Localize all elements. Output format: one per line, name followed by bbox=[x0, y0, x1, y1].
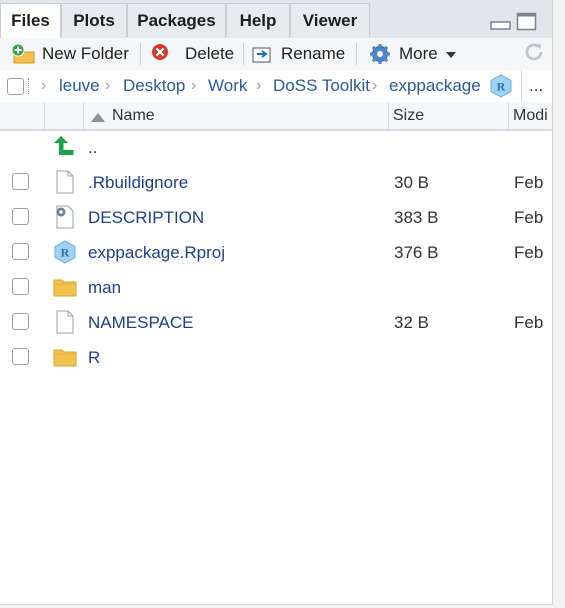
toolbar-divider bbox=[243, 43, 244, 65]
file-modified: Feb bbox=[514, 243, 544, 262]
chevron-right-icon: › bbox=[41, 77, 47, 94]
description-file-icon bbox=[53, 205, 77, 229]
up-arrow-icon bbox=[53, 134, 77, 158]
tab-files[interactable]: Files bbox=[0, 3, 61, 39]
breadcrumb-overflow-button[interactable]: ... bbox=[529, 70, 543, 102]
chevron-right-icon: › bbox=[372, 77, 378, 94]
svg-text:R: R bbox=[61, 246, 70, 260]
column-divider bbox=[44, 102, 45, 129]
chevron-right-icon: › bbox=[256, 77, 262, 94]
toolbar-divider bbox=[140, 43, 141, 65]
file-row[interactable]: R bbox=[0, 340, 552, 375]
column-divider bbox=[508, 102, 509, 129]
breadcrumb-divider bbox=[521, 70, 522, 102]
svg-text:R: R bbox=[497, 80, 506, 94]
file-name-link[interactable]: man bbox=[88, 270, 121, 305]
file-icon bbox=[53, 310, 77, 334]
row-checkbox[interactable] bbox=[12, 348, 29, 365]
refresh-button[interactable] bbox=[522, 38, 546, 70]
rproj-icon: R bbox=[53, 240, 77, 264]
new-folder-button[interactable]: New Folder bbox=[10, 38, 129, 70]
file-size: 376 B bbox=[394, 243, 439, 262]
row-checkbox[interactable] bbox=[12, 173, 29, 190]
new-folder-label: New Folder bbox=[42, 44, 129, 63]
delete-icon bbox=[151, 43, 173, 65]
breadcrumb-item[interactable]: DoSS Toolkit bbox=[273, 70, 370, 102]
folder-icon bbox=[53, 275, 77, 299]
toolbar-divider bbox=[356, 43, 357, 65]
file-row[interactable]: R exppackage.Rproj 376 B Feb bbox=[0, 235, 552, 270]
breadcrumb-item[interactable]: leuve bbox=[59, 70, 100, 102]
chevron-right-icon: › bbox=[105, 77, 111, 94]
file-list-header: Name Size Modi bbox=[0, 102, 552, 131]
new-folder-icon bbox=[10, 43, 35, 65]
home-icon[interactable] bbox=[28, 78, 35, 94]
rproj-icon[interactable]: R bbox=[489, 74, 513, 103]
column-header-name[interactable]: Name bbox=[112, 102, 155, 129]
file-row[interactable]: DESCRIPTION 383 B Feb bbox=[0, 200, 552, 235]
delete-label: Delete bbox=[185, 44, 235, 63]
sort-ascending-icon bbox=[91, 110, 105, 128]
row-checkbox[interactable] bbox=[12, 208, 29, 225]
row-checkbox[interactable] bbox=[12, 313, 29, 330]
file-name-link[interactable]: .Rbuildignore bbox=[88, 165, 188, 200]
rename-label: Rename bbox=[281, 44, 346, 63]
file-modified: Feb bbox=[514, 313, 544, 332]
folder-icon bbox=[53, 345, 77, 369]
refresh-icon bbox=[522, 40, 546, 69]
maximize-icon[interactable] bbox=[516, 12, 538, 37]
breadcrumb: › leuve › Desktop › Work › DoSS Toolkit … bbox=[0, 70, 552, 103]
row-checkbox[interactable] bbox=[12, 278, 29, 295]
file-size: 32 B bbox=[394, 313, 429, 332]
tab-packages[interactable]: Packages bbox=[127, 3, 226, 37]
breadcrumb-item[interactable]: exppackage bbox=[389, 70, 481, 102]
file-modified: Feb bbox=[514, 208, 544, 227]
file-row[interactable]: man bbox=[0, 270, 552, 305]
file-name-link[interactable]: R bbox=[88, 340, 100, 375]
column-divider bbox=[388, 102, 389, 129]
file-row[interactable]: NAMESPACE 32 B Feb bbox=[0, 305, 552, 340]
file-name-link[interactable]: NAMESPACE bbox=[88, 305, 194, 340]
minimize-icon[interactable] bbox=[490, 14, 512, 37]
more-label: More bbox=[399, 44, 438, 63]
files-pane: Files Plots Packages Help Viewer New Fol… bbox=[0, 0, 553, 605]
rename-icon bbox=[251, 43, 273, 65]
breadcrumb-item[interactable]: Desktop bbox=[123, 70, 185, 102]
file-modified: Feb bbox=[514, 173, 544, 192]
select-all-checkbox[interactable] bbox=[7, 78, 24, 95]
tab-strip: Files Plots Packages Help Viewer bbox=[0, 0, 552, 39]
rename-button[interactable]: Rename bbox=[251, 38, 345, 70]
more-button[interactable]: More bbox=[369, 38, 456, 70]
file-size: 30 B bbox=[394, 173, 429, 192]
tab-plots[interactable]: Plots bbox=[61, 3, 127, 37]
files-toolbar: New Folder Delete Rename More bbox=[0, 38, 552, 71]
file-size: 383 B bbox=[394, 208, 439, 227]
file-row[interactable]: .Rbuildignore 30 B Feb bbox=[0, 165, 552, 200]
tab-help[interactable]: Help bbox=[226, 3, 290, 37]
parent-directory-row[interactable]: .. bbox=[0, 130, 552, 165]
delete-button[interactable]: Delete bbox=[151, 38, 234, 70]
gear-icon bbox=[369, 43, 391, 65]
chevron-right-icon: › bbox=[191, 77, 197, 94]
file-name-link[interactable]: exppackage.Rproj bbox=[88, 235, 225, 270]
column-header-modified[interactable]: Modi bbox=[513, 102, 552, 129]
parent-directory-link[interactable]: .. bbox=[88, 130, 97, 165]
file-icon bbox=[53, 170, 77, 194]
dropdown-caret-icon bbox=[445, 44, 456, 64]
row-checkbox[interactable] bbox=[12, 243, 29, 260]
file-name-link[interactable]: DESCRIPTION bbox=[88, 200, 204, 235]
tab-viewer[interactable]: Viewer bbox=[290, 3, 370, 37]
column-divider bbox=[83, 102, 84, 129]
breadcrumb-item[interactable]: Work bbox=[208, 70, 247, 102]
column-header-size[interactable]: Size bbox=[393, 102, 424, 129]
